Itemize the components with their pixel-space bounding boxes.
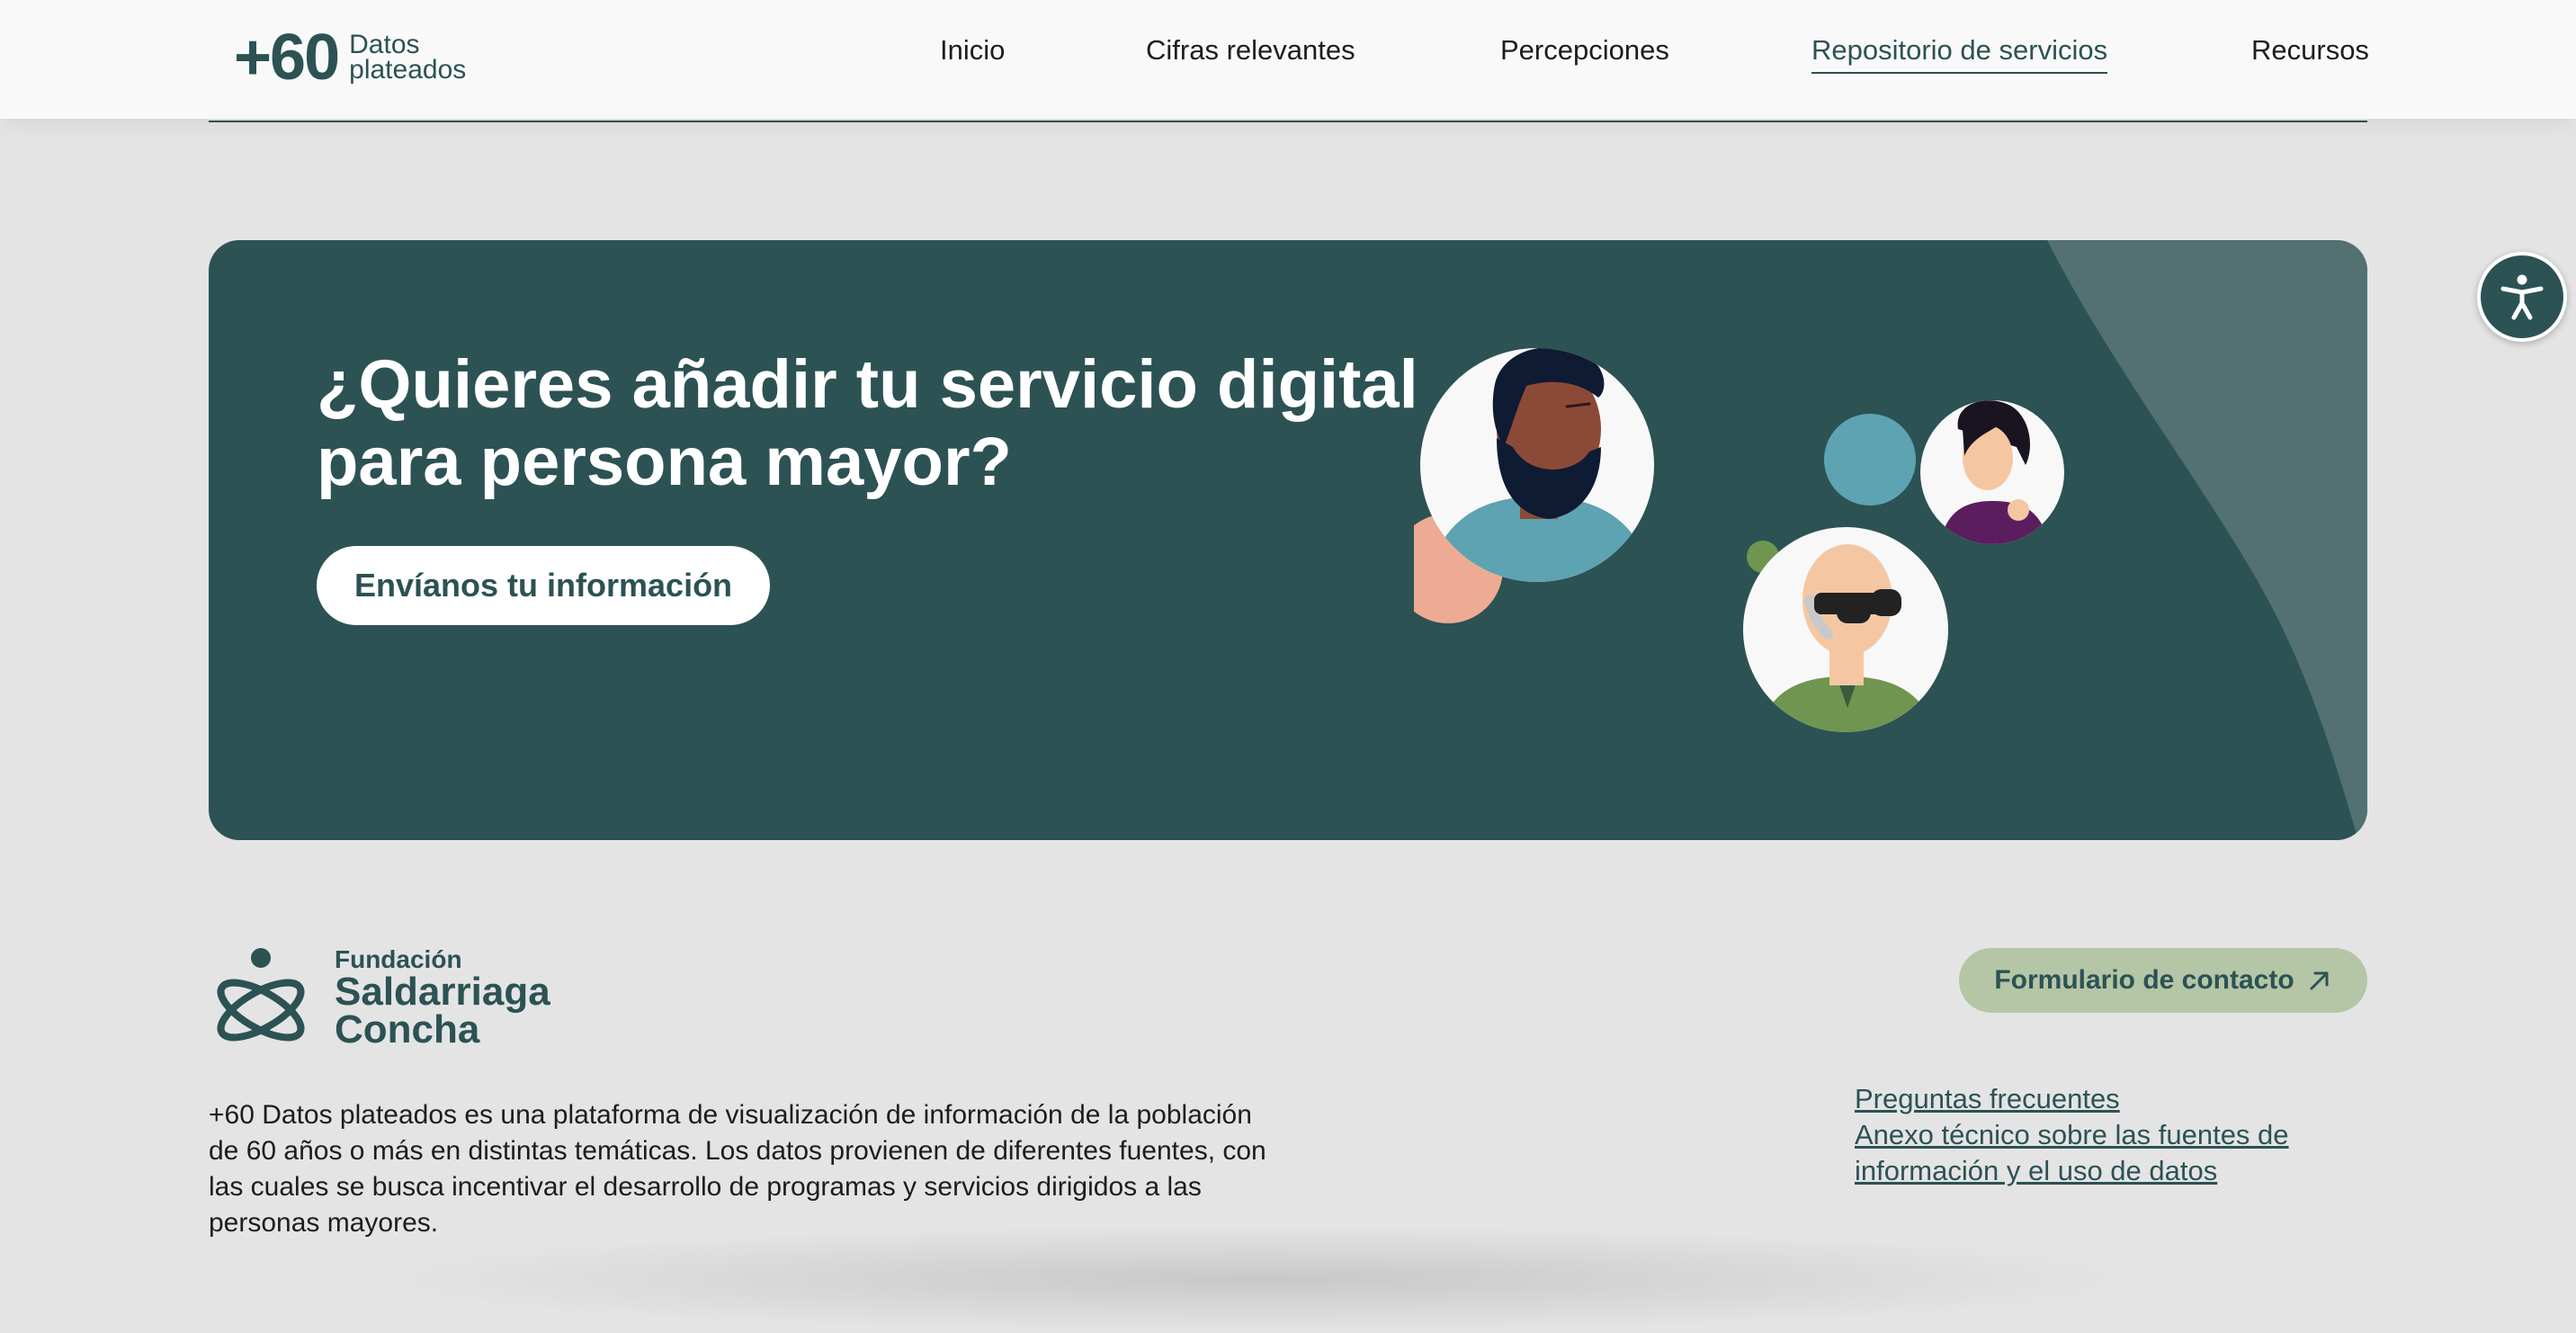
technical-annex-link[interactable]: Anexo técnico sobre las fuentes de infor… [1855,1117,2358,1189]
nav-item-repositorio-de-servicios[interactable]: Repositorio de servicios [1811,34,2108,74]
header-divider [209,121,2367,122]
nav-item-inicio[interactable]: Inicio [940,34,1005,67]
fundacion-logo[interactable]: Fundación Saldarriaga Concha [209,946,550,1051]
bottom-shadow [360,1225,2159,1333]
site-header: +60 Datos plateados Inicio Cifras releva… [0,0,2576,119]
accessibility-button[interactable] [2477,252,2567,342]
send-info-button[interactable]: Envíanos tu información [317,546,771,625]
fundacion-name-line2: Concha [335,1007,480,1051]
add-service-banner: ¿Quieres añadir tu servicio digital para… [209,240,2367,840]
woman-avatar [1920,400,2064,544]
contact-form-button[interactable]: Formulario de contacto [1959,948,2367,1013]
main-nav: Inicio Cifras relevantes Percepciones Re… [0,34,2576,79]
footer-description: +60 Datos plateados es una plataforma de… [209,1100,1266,1238]
decor-circle-blue [1824,414,1916,505]
banner-title: ¿Quieres añadir tu servicio digital para… [317,346,1418,500]
fundacion-name: Fundación Saldarriaga Concha [335,946,550,1051]
contact-form-label: Formulario de contacto [1994,965,2294,995]
fundacion-name-line1: Saldarriaga [335,970,550,1014]
faq-link[interactable]: Preguntas frecuentes [1855,1081,2358,1117]
nav-item-percepciones[interactable]: Percepciones [1500,34,1669,67]
older-man-sunglasses-avatar [1743,527,1948,732]
arrow-up-right-icon [2310,971,2329,990]
people-illustration [1414,348,2064,732]
accessibility-person-icon [2500,274,2544,320]
footer-links: Preguntas frecuentes Anexo técnico sobre… [1855,1081,2358,1189]
nav-item-recursos[interactable]: Recursos [2251,34,2369,67]
nav-item-cifras-relevantes[interactable]: Cifras relevantes [1146,34,1355,67]
fundacion-emblem-icon [217,948,305,1042]
